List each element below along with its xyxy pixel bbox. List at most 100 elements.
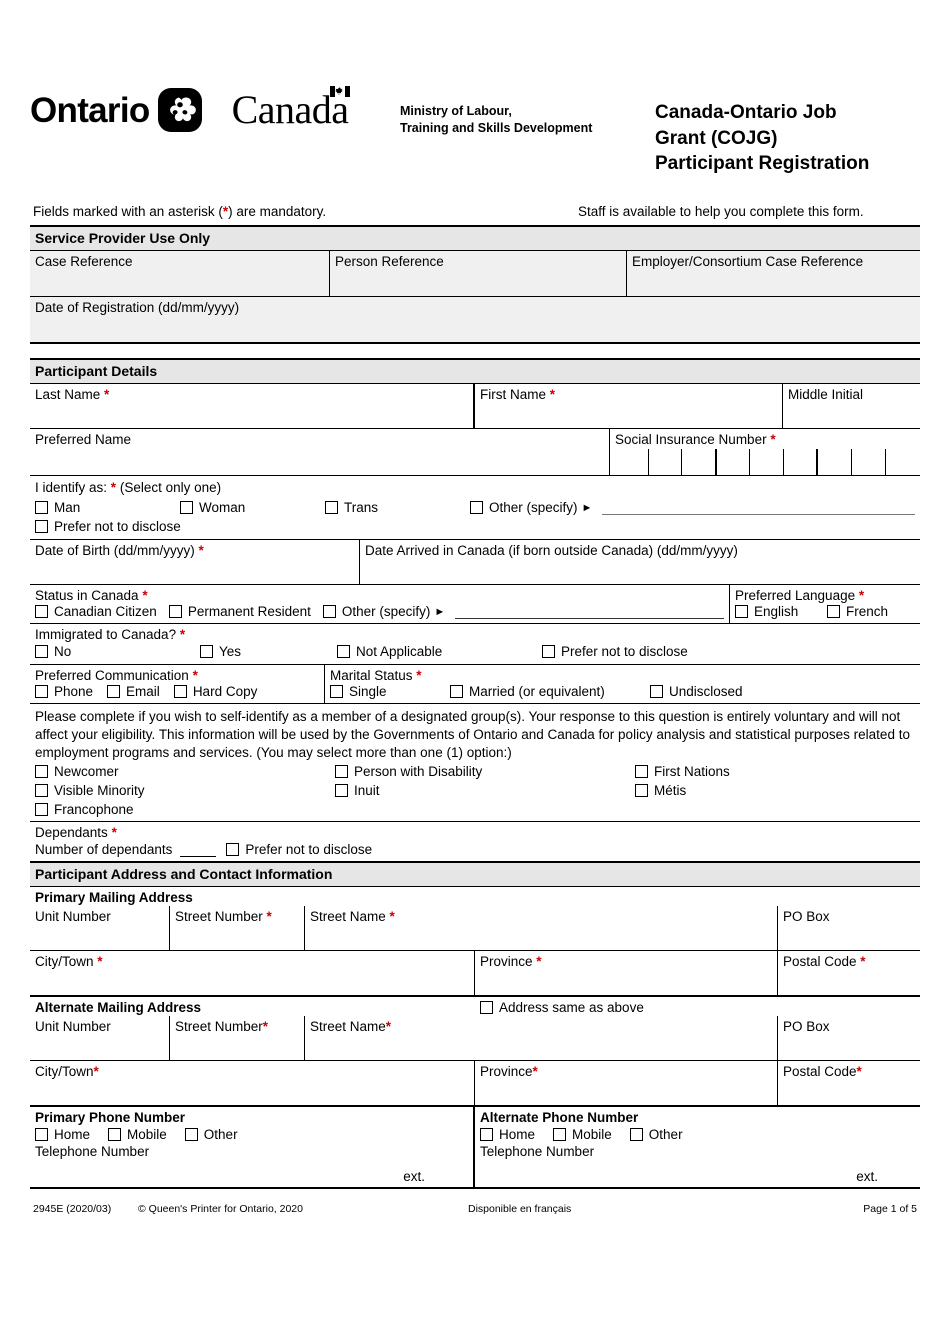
- field-alternate-street-number[interactable]: Street Number*: [170, 1016, 305, 1061]
- field-first-name[interactable]: First Name *: [475, 384, 783, 428]
- checkbox-icon[interactable]: [470, 501, 483, 514]
- field-date-of-birth[interactable]: Date of Birth (dd/mm/yyyy) *: [30, 540, 360, 584]
- sin-cell[interactable]: [714, 449, 750, 475]
- checkbox-icon[interactable]: [200, 645, 213, 658]
- field-preferred-name[interactable]: Preferred Name: [30, 429, 610, 475]
- option-marital-married[interactable]: Married (or equivalent): [450, 684, 650, 699]
- checkbox-icon[interactable]: [553, 1128, 567, 1142]
- option-designated-inuit[interactable]: Inuit: [335, 783, 635, 798]
- input-status-other-specify[interactable]: [455, 605, 724, 619]
- checkbox-icon[interactable]: [335, 765, 348, 779]
- option-communication-email[interactable]: Email: [107, 684, 160, 699]
- checkbox-icon[interactable]: [35, 765, 48, 779]
- option-designated-first-nations[interactable]: First Nations: [635, 764, 730, 779]
- checkbox-icon[interactable]: [325, 501, 338, 514]
- field-alternate-postal-code[interactable]: Postal Code*: [778, 1061, 920, 1105]
- field-primary-postal-code[interactable]: Postal Code *: [778, 951, 920, 995]
- field-date-arrived-in-canada[interactable]: Date Arrived in Canada (if born outside …: [360, 540, 920, 584]
- checkbox-icon[interactable]: [35, 645, 48, 658]
- checkbox-icon[interactable]: [542, 645, 555, 658]
- checkbox-icon[interactable]: [35, 803, 48, 817]
- input-number-of-dependants[interactable]: [180, 843, 217, 857]
- field-alternate-province[interactable]: Province*: [475, 1061, 778, 1106]
- field-case-reference[interactable]: Case Reference: [30, 251, 330, 296]
- sin-cell[interactable]: [749, 449, 783, 475]
- checkbox-icon[interactable]: [629, 1128, 643, 1142]
- checkbox-icon[interactable]: [35, 784, 48, 798]
- option-alternate-phone-other[interactable]: Other: [629, 1127, 683, 1142]
- option-status-other[interactable]: Other (specify): [322, 604, 430, 619]
- option-immigrated-prefer-not-to-disclose[interactable]: Prefer not to disclose: [542, 644, 688, 659]
- sin-cell[interactable]: [850, 449, 885, 475]
- field-primary-province[interactable]: Province *: [475, 951, 778, 996]
- option-immigrated-no[interactable]: No: [35, 644, 200, 659]
- sin-cell[interactable]: [782, 449, 817, 475]
- option-designated-newcomer[interactable]: Newcomer: [35, 764, 335, 779]
- checkbox-icon[interactable]: [35, 605, 48, 618]
- field-primary-city-town[interactable]: City/Town *: [30, 951, 475, 996]
- field-primary-street-number[interactable]: Street Number *: [170, 906, 305, 951]
- option-designated-person-with-disability[interactable]: Person with Disability: [335, 764, 635, 779]
- checkbox-icon[interactable]: [108, 1128, 122, 1142]
- checkbox-icon[interactable]: [335, 784, 348, 798]
- checkbox-icon[interactable]: [35, 520, 48, 533]
- option-status-permanent-resident[interactable]: Permanent Resident: [168, 604, 311, 619]
- checkbox-icon[interactable]: [180, 501, 193, 514]
- option-primary-phone-mobile[interactable]: Mobile: [108, 1127, 167, 1142]
- input-identify-other-specify[interactable]: [602, 501, 915, 515]
- checkbox-icon[interactable]: [168, 605, 182, 618]
- sin-cell[interactable]: [884, 449, 919, 475]
- option-marital-undisclosed[interactable]: Undisclosed: [650, 684, 743, 699]
- field-primary-street-name[interactable]: Street Name *: [305, 906, 778, 951]
- field-alternate-po-box[interactable]: PO Box: [778, 1016, 920, 1060]
- option-status-canadian-citizen[interactable]: Canadian Citizen: [35, 604, 157, 619]
- field-primary-phone-ext[interactable]: ext.: [30, 1159, 473, 1187]
- sin-cell[interactable]: [647, 449, 682, 475]
- option-marital-single[interactable]: Single: [330, 684, 450, 699]
- field-alternate-unit-number[interactable]: Unit Number: [30, 1016, 170, 1061]
- option-identify-other[interactable]: Other (specify): [470, 500, 578, 515]
- option-immigrated-yes[interactable]: Yes: [200, 644, 337, 659]
- footer-french-link[interactable]: Disponible en français: [468, 1203, 827, 1215]
- checkbox-icon[interactable]: [635, 784, 648, 798]
- field-date-of-registration[interactable]: Date of Registration (dd/mm/yyyy): [30, 297, 920, 342]
- option-communication-hard-copy[interactable]: Hard Copy: [173, 684, 257, 699]
- option-language-english[interactable]: English: [735, 604, 827, 619]
- checkbox-icon[interactable]: [827, 605, 840, 618]
- option-identify-trans[interactable]: Trans: [325, 500, 470, 515]
- checkbox-icon[interactable]: [322, 605, 336, 618]
- option-designated-francophone[interactable]: Francophone: [35, 802, 134, 817]
- option-identify-woman[interactable]: Woman: [180, 500, 325, 515]
- option-primary-phone-other[interactable]: Other: [184, 1127, 238, 1142]
- field-primary-po-box[interactable]: PO Box: [778, 906, 920, 950]
- field-alternate-phone-ext[interactable]: ext.: [475, 1159, 920, 1187]
- checkbox-icon[interactable]: [480, 1001, 493, 1015]
- checkbox-icon[interactable]: [330, 685, 343, 698]
- option-alternate-phone-mobile[interactable]: Mobile: [553, 1127, 612, 1142]
- option-primary-phone-home[interactable]: Home: [35, 1127, 90, 1142]
- checkbox-icon[interactable]: [35, 501, 48, 514]
- field-employer-case-reference[interactable]: Employer/Consortium Case Reference: [627, 251, 920, 296]
- checkbox-icon[interactable]: [635, 765, 648, 779]
- option-designated-metis[interactable]: Métis: [635, 783, 686, 798]
- option-immigrated-not-applicable[interactable]: Not Applicable: [337, 644, 542, 659]
- checkbox-icon[interactable]: [184, 1128, 198, 1142]
- field-alternate-city-town[interactable]: City/Town*: [30, 1061, 475, 1106]
- checkbox-icon[interactable]: [735, 605, 748, 618]
- checkbox-icon[interactable]: [226, 843, 240, 857]
- checkbox-icon[interactable]: [35, 1128, 48, 1142]
- field-social-insurance-number[interactable]: Social Insurance Number *: [610, 429, 920, 475]
- field-primary-unit-number[interactable]: Unit Number: [30, 906, 170, 951]
- sin-cell[interactable]: [816, 449, 851, 475]
- checkbox-icon[interactable]: [337, 645, 350, 658]
- option-designated-visible-minority[interactable]: Visible Minority: [35, 783, 335, 798]
- sin-cell[interactable]: [681, 449, 715, 475]
- checkbox-icon[interactable]: [173, 685, 187, 698]
- checkbox-icon[interactable]: [650, 685, 663, 698]
- option-address-same-as-above[interactable]: Address same as above: [480, 1000, 644, 1015]
- checkbox-icon[interactable]: [450, 685, 463, 698]
- field-middle-initial[interactable]: Middle Initial: [783, 384, 920, 428]
- option-dependants-prefer-not-to-disclose[interactable]: Prefer not to disclose: [226, 842, 372, 857]
- option-alternate-phone-home[interactable]: Home: [480, 1127, 535, 1142]
- field-last-name[interactable]: Last Name *: [30, 384, 475, 428]
